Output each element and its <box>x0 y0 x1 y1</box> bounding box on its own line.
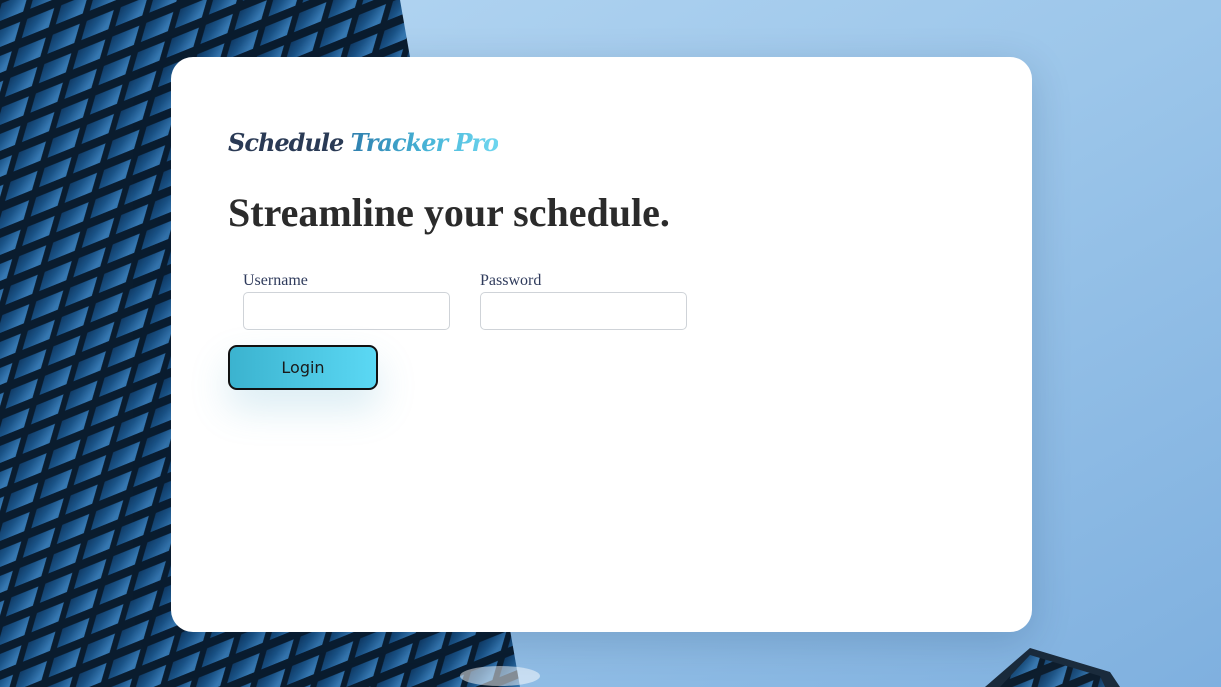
password-group: Password <box>480 272 688 330</box>
logo-text-primary: Schedule <box>228 128 344 157</box>
logo-text-accent: Tracker Pro <box>350 128 500 157</box>
username-group: Username <box>243 272 451 330</box>
username-input[interactable] <box>243 291 450 330</box>
password-input[interactable] <box>480 291 687 330</box>
password-label: Password <box>480 272 542 289</box>
app-logo: Schedule Tracker Pro <box>228 128 500 158</box>
login-card: Schedule Tracker Pro Streamline your sch… <box>171 57 1032 632</box>
username-label: Username <box>243 272 308 289</box>
page-headline: Streamline your schedule. <box>228 190 670 235</box>
login-button[interactable]: Login <box>228 345 378 390</box>
